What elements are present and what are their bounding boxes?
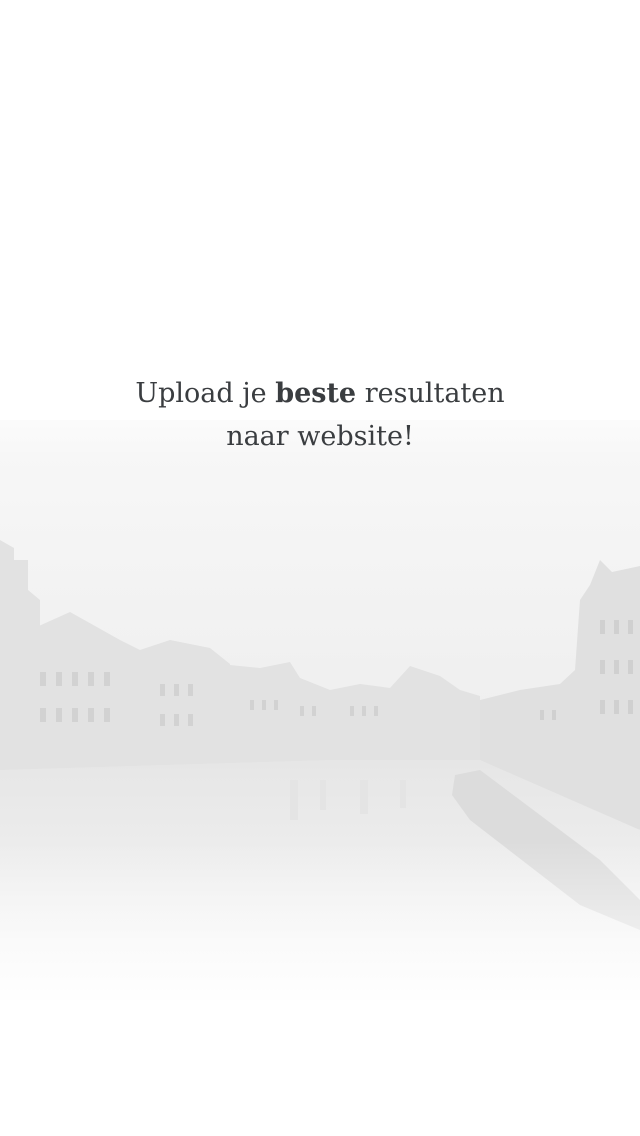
headline-line-1: Upload je beste resultaten [0, 372, 640, 415]
headline: Upload je beste resultaten naar website! [0, 372, 640, 458]
city-canal-background-image [0, 0, 640, 1136]
splash-screen: Upload je beste resultaten naar website! [0, 0, 640, 1136]
headline-bold-word: beste [275, 378, 357, 409]
headline-text-before: Upload je [135, 378, 267, 409]
headline-line-2: naar website! [226, 421, 414, 452]
headline-text-after: resultaten [364, 378, 505, 409]
